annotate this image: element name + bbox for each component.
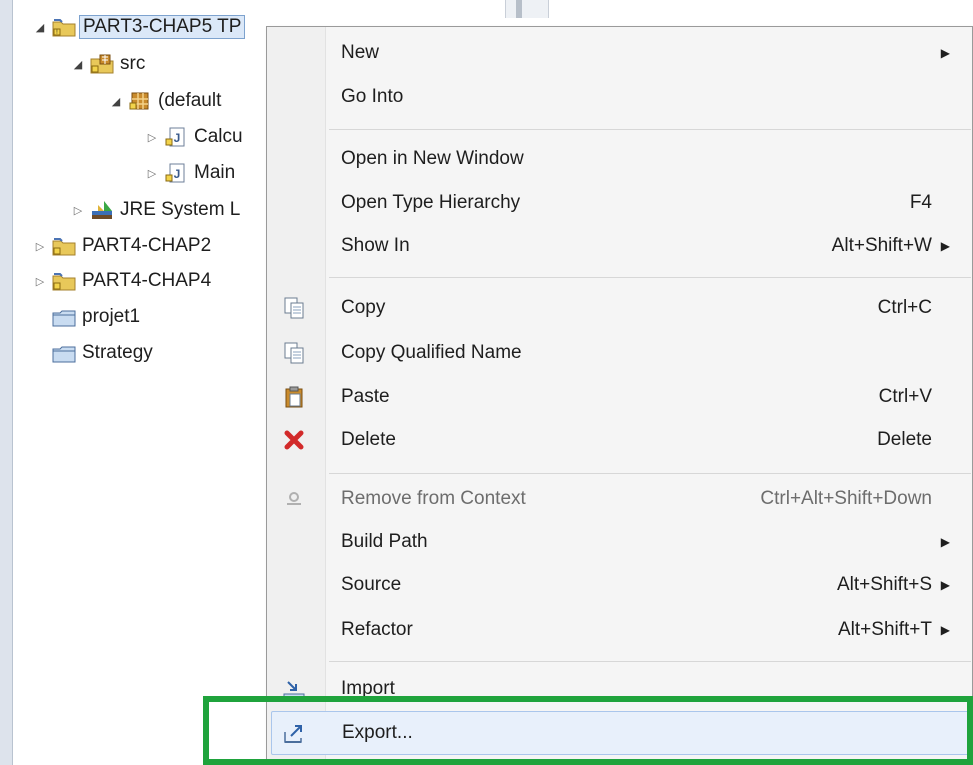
- tree-item-src[interactable]: ◢ src: [72, 47, 146, 81]
- tree-item-label: Strategy: [82, 342, 153, 363]
- copy-qualified-name-icon: [281, 340, 307, 366]
- menu-item-paste[interactable]: Paste Ctrl+V: [267, 375, 972, 419]
- menu-item-label: Copy: [341, 297, 386, 318]
- menu-item-remove-from-context[interactable]: Remove from Context Ctrl+Alt+Shift+Down: [267, 477, 972, 521]
- menu-item-label: New: [341, 42, 380, 63]
- collapsed-arrow-icon[interactable]: ▷: [146, 167, 158, 180]
- menu-item-label: Build Path: [341, 531, 428, 552]
- submenu-arrow-icon: ▶: [940, 578, 950, 592]
- menu-item-label: Source: [341, 574, 402, 595]
- menu-item-shortcut: Ctrl+V: [878, 386, 932, 407]
- delete-icon: [281, 427, 307, 453]
- closed-project-icon: [52, 306, 76, 328]
- menu-item-shortcut: Alt+Shift+S: [836, 574, 932, 595]
- java-project-icon: [52, 235, 76, 257]
- svg-text:J: J: [174, 131, 181, 145]
- vertical-scrollbar[interactable]: [505, 0, 549, 18]
- menu-item-open-type-hierarchy[interactable]: Open Type Hierarchy F4: [267, 181, 972, 225]
- tree-item-part4-chap2[interactable]: ▷ PART4-CHAP2: [34, 229, 211, 263]
- menu-item-shortcut: F4: [909, 192, 932, 213]
- expanded-arrow-icon[interactable]: ◢: [72, 58, 84, 71]
- menu-item-shortcut: Alt+Shift+T: [838, 619, 932, 640]
- java-file-icon: J: [164, 162, 188, 184]
- java-project-icon: !: [52, 16, 76, 38]
- menu-item-shortcut: Ctrl+Alt+Shift+Down: [760, 488, 932, 509]
- tree-item-label: PART4-CHAP2: [82, 235, 212, 256]
- svg-text:J: J: [174, 167, 181, 181]
- tree-item-label: Main: [194, 162, 236, 183]
- tree-item-main[interactable]: ▷ J Main: [146, 156, 235, 190]
- library-icon: [90, 199, 114, 221]
- submenu-arrow-icon: ▶: [940, 46, 950, 60]
- tree-item-label: src: [120, 53, 146, 74]
- source-folder-icon: [90, 53, 114, 75]
- menu-item-refactor[interactable]: Refactor Alt+Shift+T ▶: [267, 608, 972, 652]
- tree-item-part3-chap5[interactable]: ◢ ! PART3-CHAP5 TP: [34, 10, 246, 44]
- menu-item-copy[interactable]: Copy Ctrl+C: [267, 286, 972, 330]
- submenu-arrow-icon: ▶: [940, 239, 950, 253]
- menu-separator: [329, 473, 971, 474]
- submenu-arrow-icon: ▶: [940, 623, 950, 637]
- tree-item-calcu[interactable]: ▷ J Calcu: [146, 120, 243, 154]
- menu-item-shortcut: Ctrl+C: [877, 297, 932, 318]
- menu-item-label: Copy Qualified Name: [341, 342, 522, 363]
- collapsed-arrow-icon[interactable]: ▷: [34, 275, 46, 288]
- menu-item-open-in-new-window[interactable]: Open in New Window: [267, 137, 972, 181]
- menu-item-label: Delete: [341, 429, 396, 450]
- menu-item-label: Show In: [341, 235, 410, 256]
- export-highlight-annotation: [203, 696, 973, 765]
- menu-item-source[interactable]: Source Alt+Shift+S ▶: [267, 563, 972, 607]
- menu-item-delete[interactable]: Delete Delete: [267, 418, 972, 462]
- menu-item-go-into[interactable]: Go Into: [267, 75, 972, 119]
- explorer-left-border: [0, 0, 13, 765]
- tree-item-label: projet1: [82, 306, 141, 327]
- collapsed-arrow-icon[interactable]: ▷: [34, 240, 46, 253]
- collapsed-arrow-icon[interactable]: ▷: [72, 204, 84, 217]
- tree-item-label: (default: [158, 90, 222, 111]
- menu-separator: [329, 129, 971, 130]
- submenu-arrow-icon: ▶: [940, 535, 950, 549]
- tree-item-label: PART3-CHAP5 TP: [79, 15, 246, 39]
- menu-item-label: Remove from Context: [341, 488, 526, 509]
- expanded-arrow-icon[interactable]: ◢: [110, 95, 122, 108]
- tree-item-jre-system-library[interactable]: ▷ JRE System L: [72, 193, 241, 227]
- tree-item-projet1[interactable]: projet1: [52, 300, 140, 334]
- menu-item-label: Open in New Window: [341, 148, 524, 169]
- menu-item-copy-qualified-name[interactable]: Copy Qualified Name: [267, 331, 972, 375]
- menu-item-shortcut: Delete: [877, 429, 932, 450]
- remove-context-icon: [281, 486, 307, 512]
- java-project-icon: [52, 270, 76, 292]
- tree-item-strategy[interactable]: Strategy: [52, 336, 153, 370]
- copy-icon: [281, 295, 307, 321]
- tree-item-default-package[interactable]: ◢ (default: [110, 84, 222, 118]
- menu-item-label: Go Into: [341, 86, 404, 107]
- menu-item-label: Refactor: [341, 619, 413, 640]
- menu-item-show-in[interactable]: Show In Alt+Shift+W ▶: [267, 224, 972, 268]
- menu-separator: [329, 277, 971, 278]
- closed-project-icon: [52, 342, 76, 364]
- menu-item-label: Paste: [341, 386, 390, 407]
- menu-separator: [329, 661, 971, 662]
- collapsed-arrow-icon[interactable]: ▷: [146, 131, 158, 144]
- java-file-icon: J: [164, 126, 188, 148]
- menu-item-label: Open Type Hierarchy: [341, 192, 521, 213]
- expanded-arrow-icon[interactable]: ◢: [34, 21, 46, 34]
- tree-item-label: PART4-CHAP4: [82, 270, 212, 291]
- menu-item-build-path[interactable]: Build Path ▶: [267, 520, 972, 564]
- menu-item-new[interactable]: New ▶: [267, 31, 972, 75]
- tree-item-label: JRE System L: [120, 199, 241, 220]
- paste-icon: [281, 384, 307, 410]
- tree-item-part4-chap4[interactable]: ▷ PART4-CHAP4: [34, 264, 211, 298]
- tree-item-label: Calcu: [194, 126, 243, 147]
- menu-item-shortcut: Alt+Shift+W: [831, 235, 932, 256]
- context-menu: New ▶ Go Into Open in New Window Open Ty…: [266, 26, 973, 765]
- package-icon: [128, 90, 152, 112]
- scrollbar-thumb[interactable]: [516, 0, 522, 18]
